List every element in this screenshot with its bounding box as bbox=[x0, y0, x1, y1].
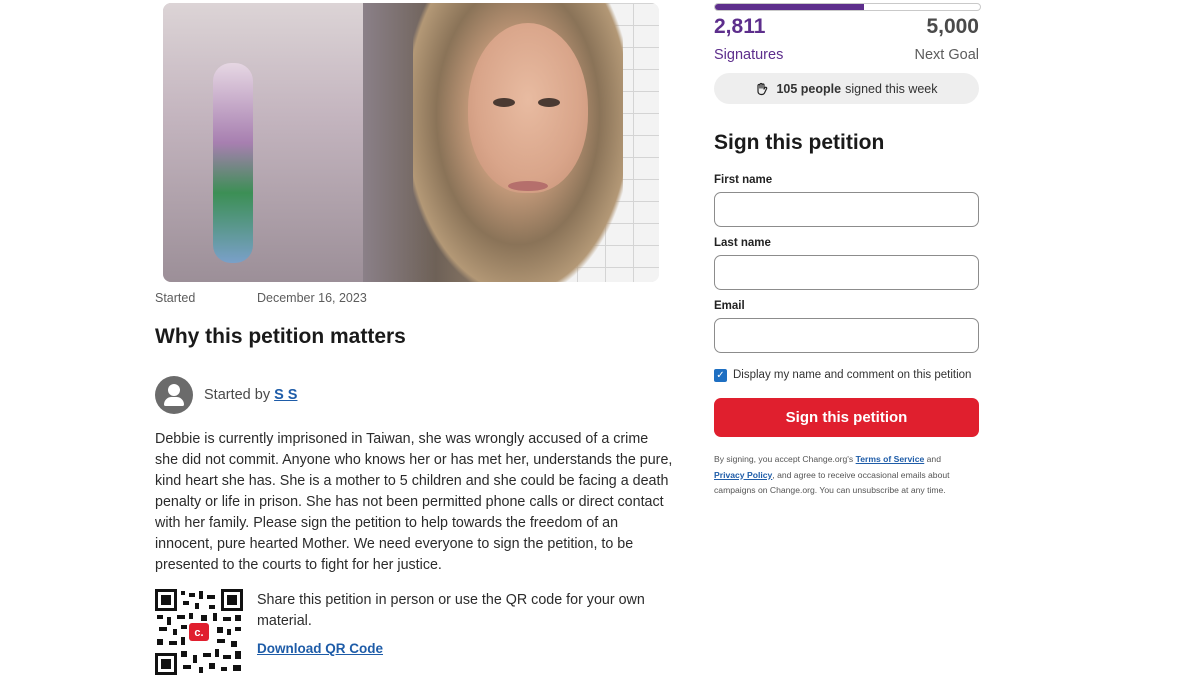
hand-icon bbox=[757, 82, 768, 95]
signature-progress-bar bbox=[714, 3, 981, 11]
signature-count: 2,811 bbox=[714, 15, 766, 38]
last-name-input[interactable] bbox=[714, 255, 979, 290]
weekly-count: 105 people bbox=[776, 81, 842, 96]
started-row: Started December 16, 2023 bbox=[155, 291, 367, 305]
author-link[interactable]: S S bbox=[274, 387, 297, 403]
signatures-label: Signatures bbox=[714, 47, 784, 63]
legal-text-1: By signing, you accept Change.org's bbox=[714, 454, 854, 464]
petition-photo bbox=[163, 3, 659, 282]
terms-of-service-link[interactable]: Terms of Service bbox=[856, 454, 925, 464]
privacy-policy-link[interactable]: Privacy Policy bbox=[714, 470, 772, 480]
started-by-prefix: Started by bbox=[204, 387, 271, 403]
legal-text-2: and bbox=[926, 454, 941, 464]
first-name-label: First name bbox=[714, 174, 773, 186]
signature-progress-fill bbox=[715, 4, 864, 10]
sign-heading: Sign this petition bbox=[714, 131, 885, 154]
user-avatar-icon bbox=[155, 376, 193, 414]
display-name-checkbox-label: Display my name and comment on this peti… bbox=[733, 369, 972, 381]
photo-eye-left bbox=[493, 98, 515, 107]
weekly-suffix: signed this week bbox=[845, 81, 938, 96]
petition-description: Debbie is currently imprisoned in Taiwan… bbox=[155, 431, 673, 573]
sign-petition-button[interactable]: Sign this petition bbox=[714, 398, 979, 437]
email-label: Email bbox=[714, 300, 745, 312]
started-label: Started bbox=[155, 291, 196, 305]
author-row: Started by S S bbox=[155, 376, 297, 414]
download-qr-link[interactable]: Download QR Code bbox=[257, 641, 383, 656]
first-name-input[interactable] bbox=[714, 192, 979, 227]
photo-lips bbox=[508, 181, 548, 191]
legal-notice: By signing, you accept Change.org's Term… bbox=[714, 452, 984, 499]
photo-eye-right bbox=[538, 98, 560, 107]
email-input[interactable] bbox=[714, 318, 979, 353]
weekly-signers-badge: 105 people signed this week bbox=[714, 73, 979, 104]
goal-label: Next Goal bbox=[914, 47, 979, 63]
goal-count: 5,000 bbox=[926, 15, 979, 38]
share-text: Share this petition in person or use the… bbox=[257, 592, 645, 629]
photo-background-shop bbox=[163, 3, 363, 282]
why-heading: Why this petition matters bbox=[155, 325, 406, 348]
display-name-checkbox[interactable]: ✓ bbox=[714, 369, 727, 382]
qr-code-icon: c. bbox=[155, 589, 243, 675]
started-by: Started by S S bbox=[204, 387, 297, 403]
svg-text:c.: c. bbox=[194, 627, 203, 639]
last-name-label: Last name bbox=[714, 237, 771, 249]
photo-face bbox=[468, 23, 588, 193]
started-date: December 16, 2023 bbox=[257, 291, 367, 305]
